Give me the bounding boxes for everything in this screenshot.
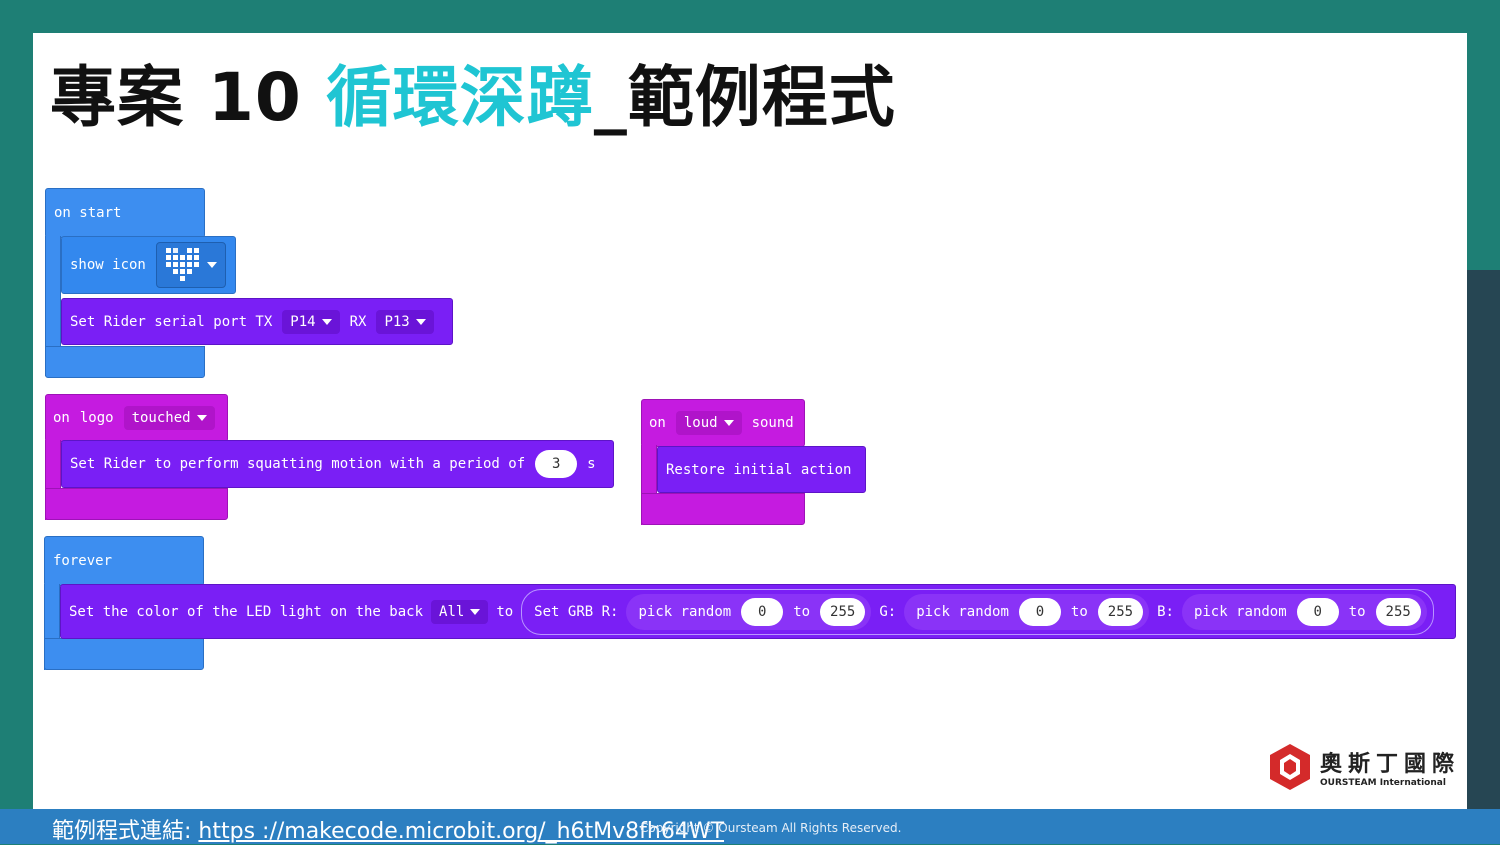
b-max-input[interactable]: 255 <box>1375 597 1421 626</box>
pick-random-g[interactable]: pick random 0 to 255 <box>904 593 1150 630</box>
tx-dropdown[interactable]: P14 <box>282 309 340 334</box>
forever-hat[interactable]: forever <box>44 536 204 586</box>
chevron-down-icon <box>196 415 207 421</box>
pick-random-label: pick random <box>1193 603 1287 620</box>
heart-icon <box>165 248 199 281</box>
r-to-label: to <box>793 603 811 620</box>
on-label: on <box>53 410 70 426</box>
b-min-input[interactable]: 0 <box>1296 597 1339 626</box>
period-unit-label: s <box>587 456 596 472</box>
g-min-input[interactable]: 0 <box>1018 597 1061 626</box>
squat-motion-block[interactable]: Set Rider to perform squatting motion wi… <box>61 440 614 488</box>
tx-value: P14 <box>290 313 316 330</box>
pick-random-r[interactable]: pick random 0 to 255 <box>626 593 872 630</box>
sound-label: sound <box>751 415 794 431</box>
serial-port-block[interactable]: Set Rider serial port TX P14 RX P13 <box>61 298 453 345</box>
g-label: G: <box>879 603 897 620</box>
squat-action-label: Set Rider to perform squatting motion wi… <box>70 456 526 472</box>
on-loud-header: on loud sound <box>641 405 802 441</box>
rx-dropdown[interactable]: P13 <box>376 309 434 334</box>
logo-event-dropdown[interactable]: touched <box>123 406 215 430</box>
chevron-down-icon <box>415 318 426 325</box>
b-label: B: <box>1157 603 1174 620</box>
grb-block[interactable]: Set GRB R: pick random 0 to 255 G: pick … <box>521 588 1434 635</box>
led-target-dropdown[interactable]: All <box>431 599 489 624</box>
r-min-input[interactable]: 0 <box>741 597 784 626</box>
footer-link-row: 範例程式連結: https ://makecode.microbit.org/_… <box>52 813 724 845</box>
period-input[interactable]: 3 <box>535 450 578 478</box>
title-tail: _範例程式 <box>593 59 896 136</box>
rx-value: P13 <box>384 313 410 330</box>
loud-value: loud <box>683 415 718 431</box>
copyright-text: Copyright © Oursteam All Rights Reserved… <box>640 821 902 835</box>
pick-random-label: pick random <box>638 603 732 620</box>
on-logo-foot <box>45 488 228 520</box>
pick-random-b[interactable]: pick random 0 to 255 <box>1181 593 1427 630</box>
logo-cn-text: 奧斯丁國際 <box>1320 752 1461 777</box>
logo-en-text: OURSTEAM International <box>1320 778 1446 788</box>
pick-random-label: pick random <box>916 603 1009 620</box>
on-start-hat[interactable]: on start <box>45 188 205 238</box>
on-start-foot <box>45 346 205 378</box>
led-color-block[interactable]: Set the color of the LED light on the ba… <box>60 584 1456 639</box>
on-start-label: on start <box>54 205 122 221</box>
logo-event-value: touched <box>131 410 191 426</box>
rx-label: RX <box>349 313 367 330</box>
show-icon-label: show icon <box>70 257 146 273</box>
restore-action-label: Restore initial action <box>666 461 852 478</box>
cube-logo-icon <box>1270 744 1310 790</box>
led-target-value: All <box>439 603 465 620</box>
g-max-input[interactable]: 255 <box>1097 597 1144 626</box>
b-to-label: to <box>1348 603 1366 620</box>
on-logo-header: on logo touched <box>45 400 223 436</box>
brand-logo: 奧斯丁國際 OURSTEAM International <box>1268 742 1460 792</box>
page-title: 專案 10 循環深蹲_範例程式 <box>50 44 896 140</box>
icon-dropdown[interactable] <box>155 242 226 288</box>
led-to-label: to <box>496 603 514 620</box>
logo-label: logo <box>79 410 114 426</box>
chevron-down-icon <box>206 262 217 268</box>
forever-label: forever <box>53 553 113 569</box>
serial-label: Set Rider serial port TX <box>70 313 273 330</box>
led-label: Set the color of the LED light on the ba… <box>69 603 424 620</box>
restore-action-block[interactable]: Restore initial action <box>657 446 866 493</box>
forever-foot <box>44 638 204 670</box>
loud-dropdown[interactable]: loud <box>675 411 742 435</box>
show-icon-block[interactable]: show icon <box>61 236 236 294</box>
grb-label: Set GRB R: <box>534 603 619 620</box>
title-accent: 循環深蹲 <box>325 59 594 136</box>
title-main: 專案 10 <box>50 59 326 136</box>
on-loud-foot <box>641 493 805 525</box>
chevron-down-icon <box>470 608 481 615</box>
g-to-label: to <box>1070 603 1088 620</box>
footer-link-label: 範例程式連結: <box>52 819 192 844</box>
chevron-down-icon <box>723 420 734 426</box>
on-loud-on-label: on <box>649 415 666 431</box>
chevron-down-icon <box>321 318 332 325</box>
r-max-input[interactable]: 255 <box>820 597 866 626</box>
